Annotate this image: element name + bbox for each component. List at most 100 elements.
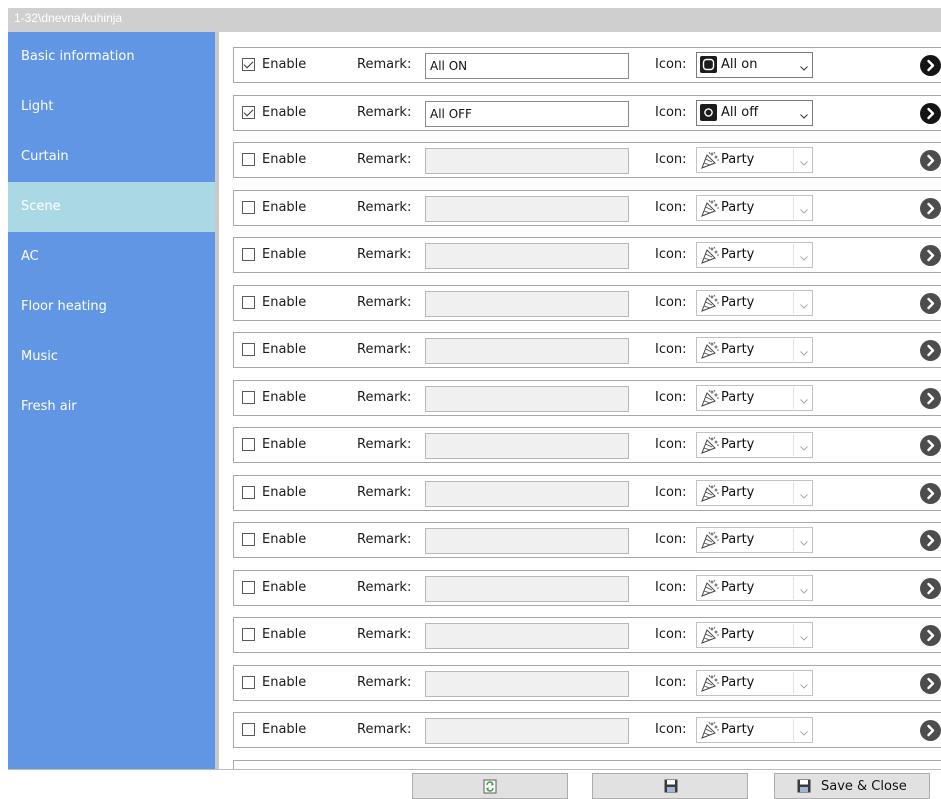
chevron-right-icon[interactable] <box>920 245 941 266</box>
enable-checkbox[interactable] <box>242 581 255 594</box>
dropdown-separator <box>793 672 794 694</box>
remark-input[interactable] <box>425 576 629 602</box>
enable-checkbox[interactable] <box>242 343 255 356</box>
all-on-icon <box>700 56 717 73</box>
enable-checkbox[interactable] <box>242 438 255 451</box>
chevron-down-icon <box>799 343 809 356</box>
chevron-right-icon[interactable] <box>920 435 941 456</box>
sidebar-item-curtain[interactable]: Curtain <box>8 132 215 182</box>
remark-input[interactable] <box>425 433 629 459</box>
dropdown-separator <box>793 339 794 361</box>
icon-dropdown[interactable]: All off <box>696 100 813 126</box>
icon-dropdown[interactable]: Party <box>696 290 813 316</box>
chevron-right-icon[interactable] <box>920 388 941 409</box>
icon-dropdown[interactable]: Party <box>696 147 813 173</box>
icon-dropdown-value: Party <box>721 342 755 357</box>
sidebar-item-floor-heating[interactable]: Floor heating <box>8 282 215 332</box>
party-icon <box>700 199 719 217</box>
icon-dropdown-value: Party <box>721 295 755 310</box>
scene-row: Enable Remark: Icon: All off <box>233 95 941 131</box>
icon-dropdown[interactable]: Party <box>696 337 813 363</box>
enable-checkbox[interactable] <box>242 486 255 499</box>
chevron-right-icon[interactable] <box>920 673 941 694</box>
icon-dropdown-value: Party <box>721 627 755 642</box>
icon-label: Icon: <box>655 722 687 737</box>
remark-input[interactable] <box>425 623 629 649</box>
enable-checkbox[interactable] <box>242 676 255 689</box>
bottom-toolbar: Save & Close <box>8 769 941 799</box>
chevron-right-icon[interactable] <box>920 293 941 314</box>
remark-input[interactable] <box>425 101 629 127</box>
save-and-close-button[interactable]: Save & Close <box>774 773 930 799</box>
enable-checkbox[interactable] <box>242 296 255 309</box>
remark-input[interactable] <box>425 386 629 412</box>
sidebar-item-ac[interactable]: AC <box>8 232 215 282</box>
scene-row: Enable Remark: Icon: Party <box>233 570 941 606</box>
chevron-right-icon[interactable] <box>920 530 941 551</box>
sidebar-item-light[interactable]: Light <box>8 82 215 132</box>
remark-input[interactable] <box>425 671 629 697</box>
chevron-right-icon[interactable] <box>920 150 941 171</box>
enable-checkbox[interactable] <box>242 248 255 261</box>
enable-checkbox[interactable] <box>242 58 255 71</box>
icon-dropdown[interactable]: Party <box>696 480 813 506</box>
icon-dropdown[interactable]: Party <box>696 385 813 411</box>
dropdown-separator <box>793 197 794 219</box>
chevron-right-icon[interactable] <box>920 340 941 361</box>
chevron-right-icon[interactable] <box>920 483 941 504</box>
refresh-button[interactable] <box>412 773 568 799</box>
scene-list: Enable Remark: Icon: All on Enable Remark: Ico… <box>219 32 941 769</box>
chevron-down-icon <box>799 153 809 166</box>
enable-checkbox[interactable] <box>242 106 255 119</box>
remark-input[interactable] <box>425 338 629 364</box>
remark-input[interactable] <box>425 243 629 269</box>
save-button[interactable] <box>592 773 748 799</box>
icon-dropdown[interactable]: Party <box>696 432 813 458</box>
remark-input[interactable] <box>425 481 629 507</box>
chevron-right-icon[interactable] <box>920 578 941 599</box>
scene-row: Enable Remark: Icon: Party <box>233 475 941 511</box>
enable-checkbox[interactable] <box>242 628 255 641</box>
enable-checkbox[interactable] <box>242 201 255 214</box>
sidebar-item-fresh-air[interactable]: Fresh air <box>8 382 215 432</box>
scene-row: Enable Remark: Icon: Party <box>233 190 941 226</box>
remark-label: Remark: <box>357 532 412 547</box>
remark-input[interactable] <box>425 53 629 79</box>
icon-dropdown[interactable]: Party <box>696 717 813 743</box>
remark-input[interactable] <box>425 528 629 554</box>
enable-checkbox[interactable] <box>242 153 255 166</box>
icon-dropdown[interactable]: All on <box>696 52 813 78</box>
scene-row: Enable Remark: Icon: Party <box>233 237 941 273</box>
enable-checkbox[interactable] <box>242 723 255 736</box>
enable-checkbox[interactable] <box>242 533 255 546</box>
icon-dropdown-value: Party <box>721 152 755 167</box>
chevron-down-icon <box>799 628 809 641</box>
chevron-right-icon[interactable] <box>920 720 941 741</box>
icon-dropdown[interactable]: Party <box>696 670 813 696</box>
icon-label: Icon: <box>655 342 687 357</box>
chevron-down-icon <box>799 533 809 546</box>
icon-dropdown[interactable]: Party <box>696 527 813 553</box>
sidebar-item-basic-information[interactable]: Basic information <box>8 32 215 82</box>
sidebar-item-music[interactable]: Music <box>8 332 215 382</box>
remark-input[interactable] <box>425 196 629 222</box>
enable-checkbox[interactable] <box>242 391 255 404</box>
chevron-right-icon[interactable] <box>920 198 941 219</box>
chevron-right-icon[interactable] <box>920 103 941 124</box>
remark-input[interactable] <box>425 291 629 317</box>
icon-dropdown[interactable]: Party <box>696 622 813 648</box>
party-icon <box>700 579 719 597</box>
icon-dropdown[interactable]: Party <box>696 575 813 601</box>
remark-input[interactable] <box>425 718 629 744</box>
chevron-right-icon[interactable] <box>920 55 941 76</box>
sidebar-item-scene[interactable]: Scene <box>8 182 215 232</box>
icon-dropdown[interactable]: Party <box>696 242 813 268</box>
enable-label: Enable <box>262 342 307 357</box>
chevron-right-icon[interactable] <box>920 625 941 646</box>
remark-label: Remark: <box>357 437 412 452</box>
enable-label: Enable <box>262 295 307 310</box>
scene-row: Enable Remark: Icon: Party <box>233 522 941 558</box>
remark-input[interactable] <box>425 148 629 174</box>
icon-dropdown[interactable]: Party <box>696 195 813 221</box>
party-icon <box>700 246 719 264</box>
